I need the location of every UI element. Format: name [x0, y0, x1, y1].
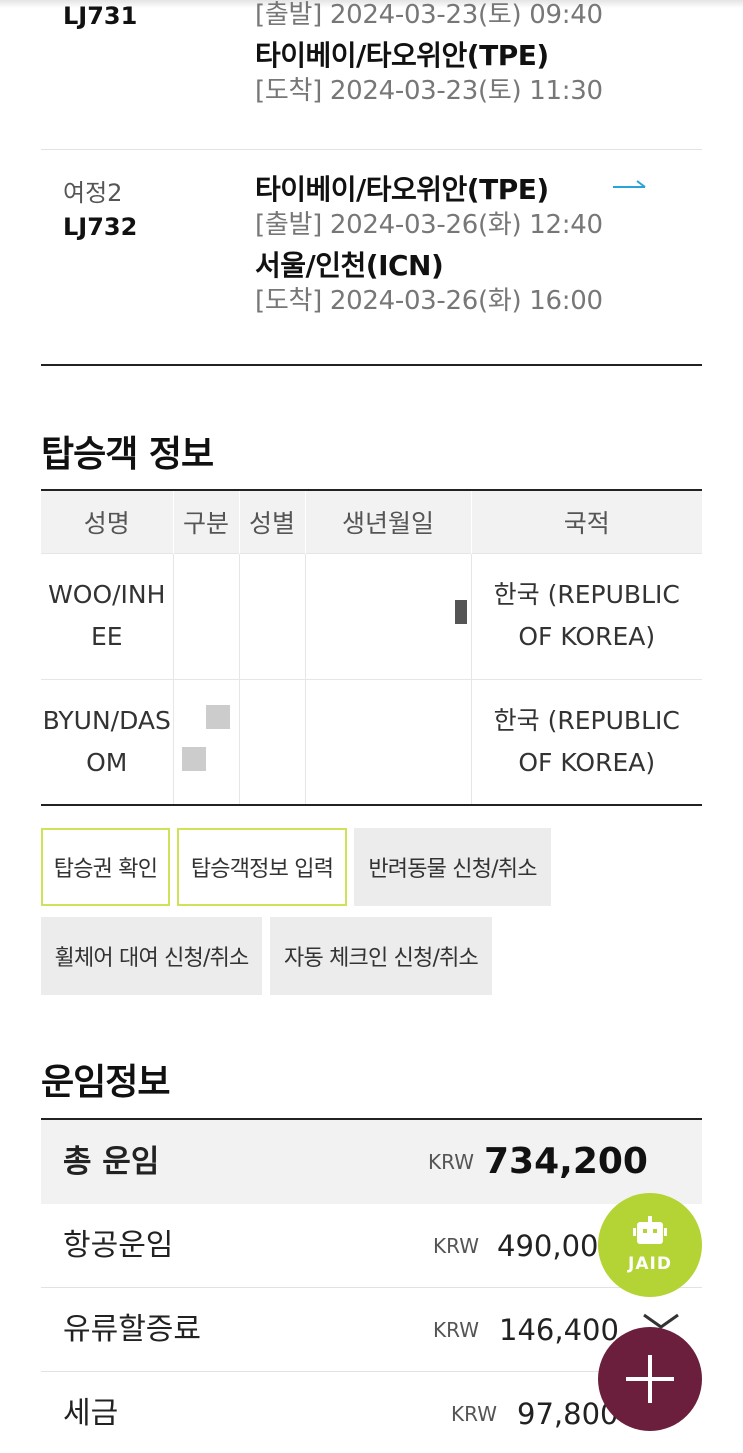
add-button[interactable] [598, 1327, 702, 1431]
leg-details: 타이베이/타오위안(TPE) [출발] 2024-03-26(화) 12:40 … [255, 172, 603, 318]
boarding-pass-button[interactable]: 탑승권 확인 [41, 828, 170, 906]
table-header-row: 성명 구분 성별 생년월일 국적 [41, 490, 702, 553]
leg-details: [출발] 2024-03-23(토) 09:40 타이베이/타오위안(TPE) … [255, 0, 603, 108]
arrival-time: [도착] 2024-03-23(토) 11:30 [255, 76, 603, 106]
fare-label: 항공운임 [63, 1228, 174, 1263]
passenger-section-title: 탑승객 정보 [41, 434, 214, 475]
arrival-city: 서울/인천(ICN) [255, 249, 444, 282]
passenger-type [172, 552, 239, 679]
itinerary-leg-1: LJ731 [출발] 2024-03-23(토) 09:40 타이베이/타오위안… [41, 0, 702, 150]
passenger-table: 성명 구분 성별 생년월일 국적 WOO/INHEE 한국 (REPUBLIC … [41, 489, 702, 806]
fare-label: 유류할증료 [63, 1312, 201, 1347]
segment-label: 여정2 [63, 179, 123, 207]
redacted-block [205, 704, 230, 729]
departure-time: [출발] 2024-03-23(토) 09:40 [255, 0, 603, 30]
nationality-line: OF KOREA) [518, 747, 656, 777]
column-header: 국적 [470, 490, 702, 553]
table-row: WOO/INHEE 한국 (REPUBLIC OF KOREA) [41, 552, 702, 679]
nationality-line: 한국 (REPUBLIC [493, 580, 680, 609]
arrow-right-icon [613, 180, 646, 188]
flight-number: LJ731 [63, 2, 138, 30]
passenger-nationality: 한국 (REPUBLIC OF KOREA) [470, 678, 702, 805]
currency-label: KRW [433, 1234, 479, 1258]
currency-label: KRW [451, 1402, 497, 1426]
passenger-name: BYUN/DASOM [41, 678, 173, 805]
fare-label: 세금 [63, 1396, 119, 1431]
column-header: 구분 [172, 490, 239, 553]
auto-checkin-button[interactable]: 자동 체크인 신청/취소 [270, 917, 492, 995]
arrival-time: [도착] 2024-03-26(화) 16:00 [255, 286, 603, 316]
currency-label: KRW [428, 1150, 474, 1174]
plus-icon [626, 1355, 674, 1403]
fare-amount: 734,200 [484, 1141, 648, 1182]
departure-city: 타이베이/타오위안(TPE) [255, 173, 549, 206]
column-header: 생년월일 [304, 490, 471, 553]
flight-number: LJ732 [63, 213, 138, 241]
itinerary-leg-2: 여정2 LJ732 타이베이/타오위안(TPE) [출발] 2024-03-26… [41, 150, 702, 366]
passenger-gender [238, 678, 305, 805]
passenger-name: WOO/INHEE [41, 552, 173, 679]
departure-time: [출발] 2024-03-26(화) 12:40 [255, 210, 603, 240]
leg-id: 여정2 LJ732 [63, 176, 137, 244]
jaid-chatbot-button[interactable]: JAID [598, 1193, 702, 1297]
leg-id: LJ731 [63, 0, 137, 33]
passenger-gender [238, 552, 305, 679]
redacted-block [181, 746, 206, 771]
nationality-line: 한국 (REPUBLIC [493, 705, 680, 735]
passenger-info-button[interactable]: 탑승객정보 입력 [177, 828, 347, 906]
passenger-birthdate [304, 678, 471, 805]
fare-section-title: 운임정보 [41, 1062, 170, 1103]
nationality-line: OF KOREA) [518, 622, 656, 651]
jaid-label: JAID [628, 1254, 672, 1274]
table-row: BYUN/DASOM 한국 (REPUBLIC OF KOREA) [41, 678, 702, 805]
wheelchair-request-button[interactable]: 휠체어 대여 신청/취소 [41, 917, 262, 995]
redacted-block [454, 600, 467, 624]
pet-request-button[interactable]: 반려동물 신청/취소 [354, 828, 551, 906]
fare-total-row: 총 운임 KRW 734,200 [41, 1120, 702, 1204]
column-header: 성명 [41, 490, 173, 553]
column-header: 성별 [238, 490, 305, 553]
passenger-birthdate [304, 552, 471, 679]
passenger-nationality: 한국 (REPUBLIC OF KOREA) [470, 552, 702, 679]
passenger-type [172, 678, 239, 805]
currency-label: KRW [433, 1318, 479, 1342]
fare-label: 총 운임 [63, 1144, 160, 1180]
robot-icon [633, 1216, 667, 1244]
arrival-city: 타이베이/타오위안(TPE) [255, 39, 549, 72]
